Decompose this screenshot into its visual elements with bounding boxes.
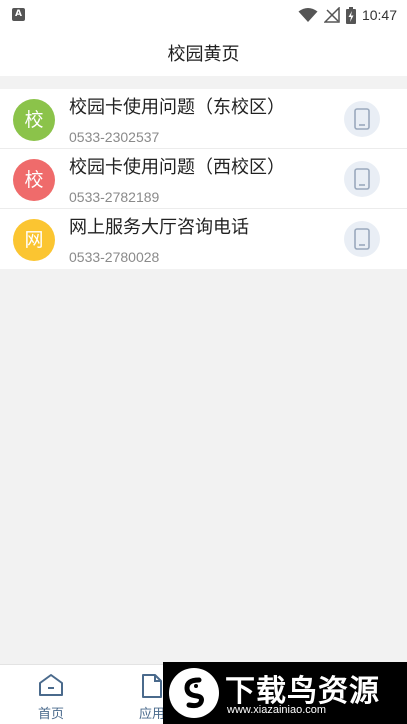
battery-charging-icon [345, 6, 356, 24]
watermark: 下载鸟资源 www.xiazainiao.com [163, 662, 407, 724]
status-icons: 10:47 [298, 6, 397, 24]
call-button[interactable] [344, 101, 380, 137]
contact-row[interactable]: 校 校园卡使用问题（西校区） 0533-2782189 [0, 149, 407, 209]
app-bar: 校园黄页 [0, 30, 407, 76]
avatar: 校 [13, 99, 55, 141]
contact-list: 校 校园卡使用问题（东校区） 0533-2302537 校 校园卡使用问题（西校… [0, 89, 407, 269]
wifi-icon [298, 8, 318, 22]
notification-icon: A [12, 8, 25, 21]
page-title: 校园黄页 [167, 44, 240, 65]
contact-row[interactable]: 网 网上服务大厅咨询电话 0533-2780028 [0, 209, 407, 269]
phone-icon [354, 108, 370, 130]
apps-icon [142, 674, 162, 698]
phone-icon [354, 168, 370, 190]
avatar: 网 [13, 219, 55, 261]
contact-name: 网上服务大厅咨询电话 [69, 217, 249, 238]
home-icon [39, 674, 63, 696]
contact-phone: 0533-2780028 [69, 249, 160, 265]
call-button[interactable] [344, 161, 380, 197]
contact-phone: 0533-2302537 [69, 129, 160, 145]
avatar: 校 [13, 159, 55, 201]
watermark-logo-icon [169, 668, 219, 718]
watermark-url: www.xiazainiao.com [227, 704, 327, 716]
nav-item-home[interactable]: 首页 [16, 665, 86, 724]
contact-row[interactable]: 校 校园卡使用问题（东校区） 0533-2302537 [0, 89, 407, 149]
contact-name: 校园卡使用问题（西校区） [69, 157, 285, 178]
status-time: 10:47 [361, 7, 397, 23]
signal-off-icon [323, 7, 340, 23]
nav-label-home: 首页 [37, 707, 64, 722]
phone-icon [354, 228, 370, 250]
call-button[interactable] [344, 221, 380, 257]
status-bar: A 10:47 [0, 0, 407, 30]
contact-phone: 0533-2782189 [69, 189, 160, 205]
contact-name: 校园卡使用问题（东校区） [69, 97, 285, 118]
